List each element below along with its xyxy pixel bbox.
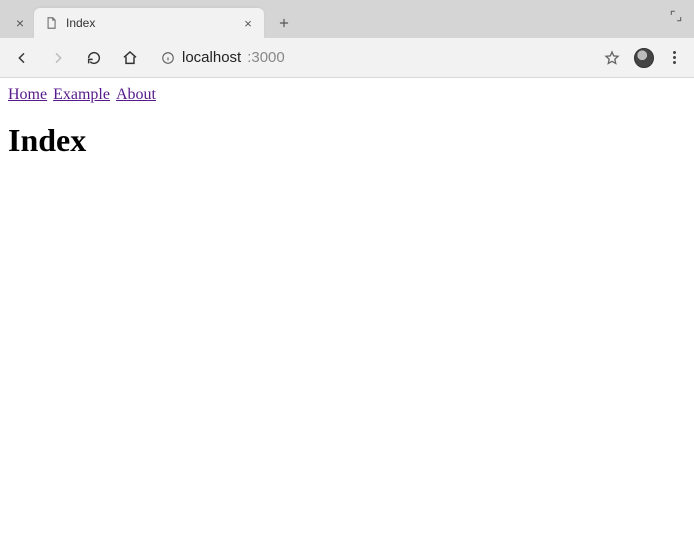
browser-toolbar: localhost :3000 <box>0 38 694 78</box>
reload-button[interactable] <box>80 44 108 72</box>
profile-avatar[interactable] <box>634 48 654 68</box>
page-content: Home Example About Index <box>0 78 694 167</box>
new-tab-button[interactable] <box>270 9 298 37</box>
nav-link-about[interactable]: About <box>116 86 156 104</box>
browser-tab[interactable]: Index × <box>34 8 264 38</box>
tab-close-icon[interactable]: × <box>240 15 256 31</box>
site-info-icon[interactable] <box>160 50 176 66</box>
page-heading: Index <box>8 122 686 159</box>
url-host: localhost <box>182 49 241 66</box>
nav-link-home[interactable]: Home <box>8 86 47 104</box>
menu-icon[interactable] <box>664 48 684 68</box>
back-button[interactable] <box>8 44 36 72</box>
forward-button[interactable] <box>44 44 72 72</box>
home-button[interactable] <box>116 44 144 72</box>
page-nav: Home Example About <box>8 86 686 104</box>
star-icon[interactable] <box>600 46 624 70</box>
page-icon <box>44 16 58 30</box>
address-bar[interactable]: localhost :3000 <box>152 44 592 72</box>
tab-title: Index <box>66 16 232 30</box>
nav-link-example[interactable]: Example <box>53 86 110 104</box>
tab-strip: × Index × <box>0 0 694 38</box>
close-icon[interactable]: × <box>6 8 34 38</box>
url-port: :3000 <box>247 49 285 66</box>
fullscreen-icon[interactable] <box>666 6 686 26</box>
